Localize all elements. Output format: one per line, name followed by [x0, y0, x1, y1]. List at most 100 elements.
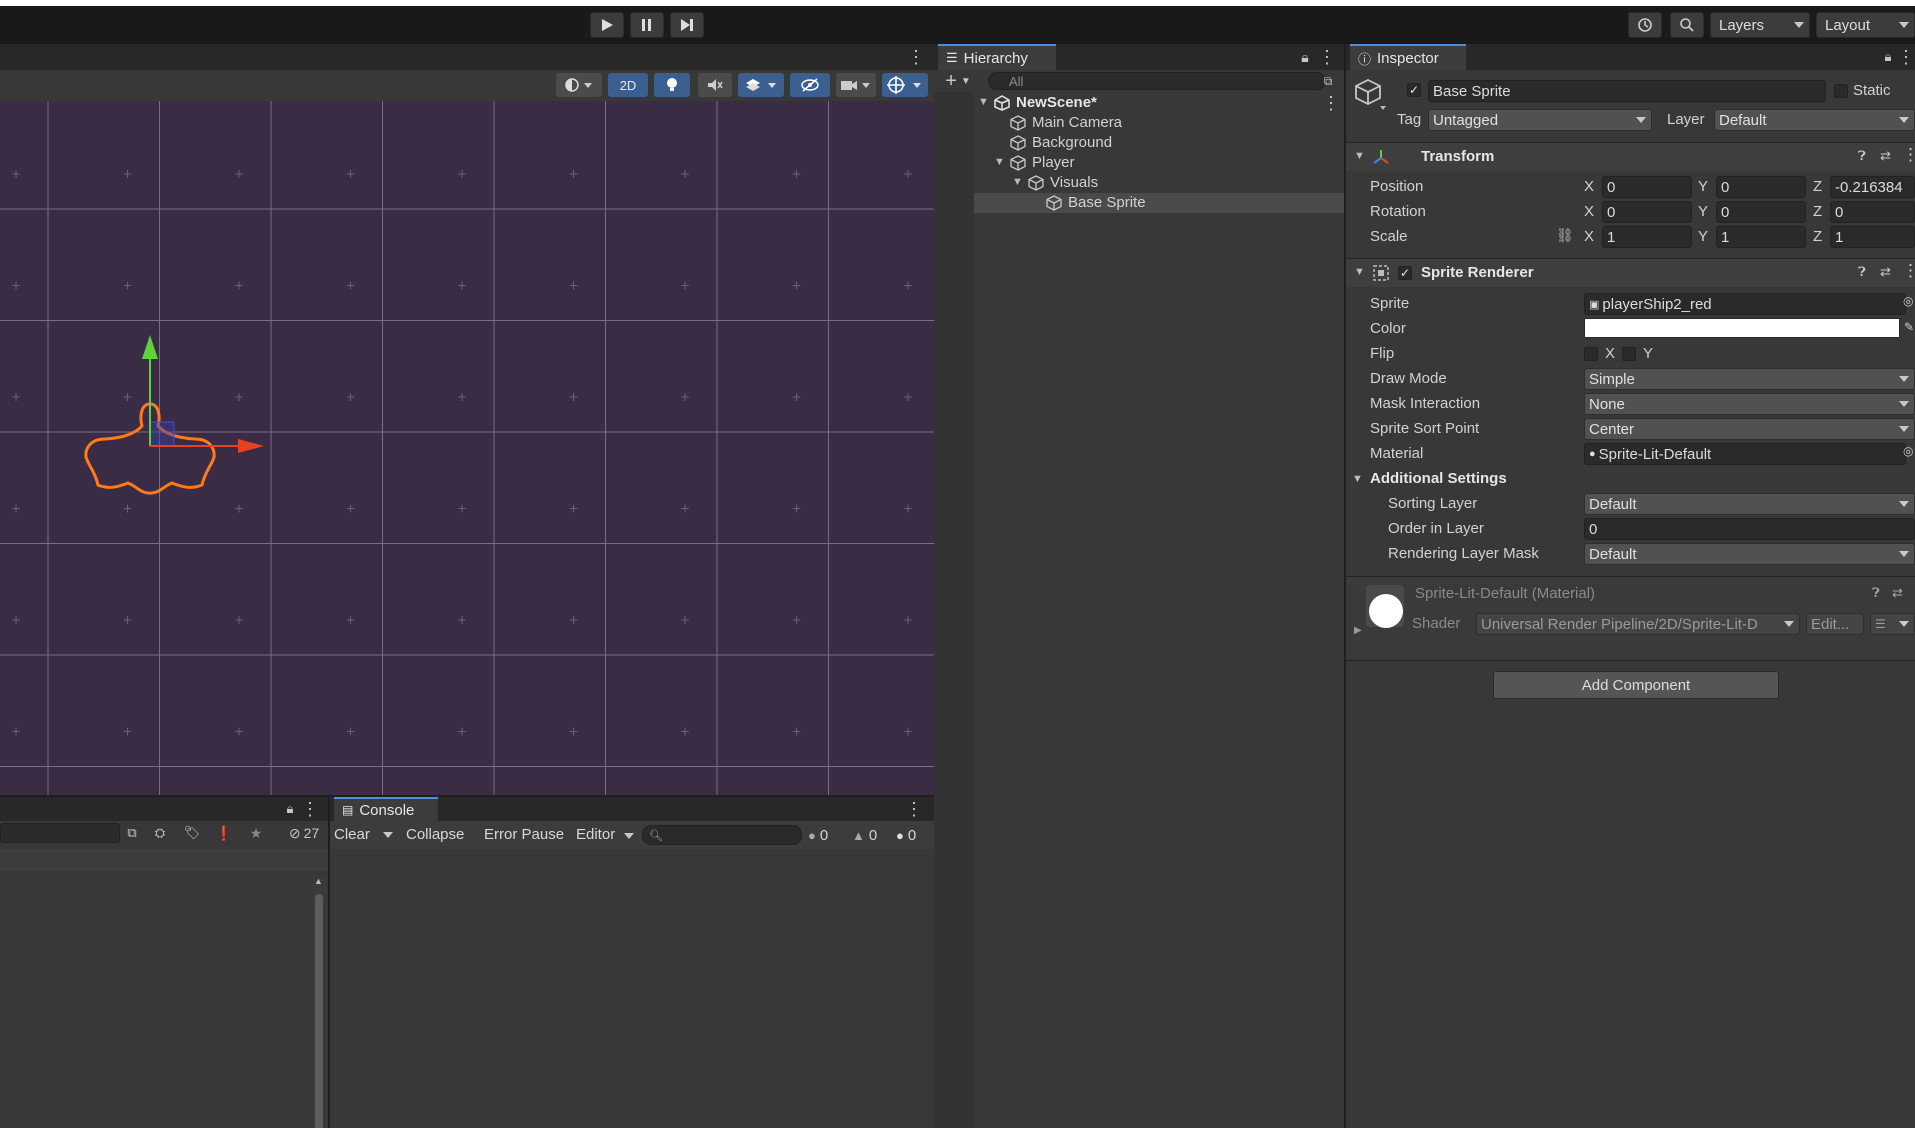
lock-icon[interactable]: 🔒︎	[1880, 46, 1896, 68]
create-add-icon[interactable]: + ▼	[940, 70, 976, 92]
hierarchy-more-icon[interactable]: ⋮	[1318, 46, 1336, 68]
material-object-field[interactable]: ● Sprite-Lit-Default	[1584, 443, 1906, 465]
material-preview[interactable]	[1366, 585, 1404, 628]
object-picker-icon[interactable]: ◎	[1903, 294, 1913, 308]
editor-target-dropdown[interactable]: Editor	[576, 826, 634, 846]
presets-icon[interactable]: ⇄	[1880, 264, 1891, 280]
draw-mode-button[interactable]	[556, 73, 602, 97]
hierarchy-item-main-camera[interactable]: Main Camera	[974, 113, 1344, 133]
scene-viewport[interactable]: +	[0, 101, 934, 795]
position-x-input[interactable]: 0	[1602, 176, 1692, 198]
expand-arrow-icon[interactable]: ▼	[1352, 473, 1363, 485]
layers-dropdown[interactable]: Layers	[1710, 12, 1810, 38]
collapse-toggle[interactable]: Collapse	[406, 826, 464, 843]
filter-scene-icon[interactable]: ⧉	[1319, 72, 1337, 90]
sorting-layer-dropdown[interactable]: Default	[1584, 493, 1915, 515]
shader-dropdown[interactable]: Universal Render Pipeline/2D/Sprite-Lit-…	[1476, 613, 1800, 635]
filter-type-icon[interactable]: ⛭	[150, 823, 170, 843]
rotation-x-input[interactable]: 0	[1602, 201, 1692, 223]
mask-interaction-dropdown[interactable]: None	[1584, 393, 1915, 415]
hidden-packages-toggle[interactable]: ⊘ 27	[282, 823, 326, 843]
error-filter-toggle[interactable]: ● 0	[896, 824, 930, 846]
scale-y-input[interactable]: 1	[1716, 226, 1806, 248]
sprite-renderer-enabled-checkbox[interactable]: ✓	[1398, 266, 1412, 280]
hierarchy-item-player[interactable]: ▼ Player	[974, 153, 1344, 173]
constrain-proportions-link-icon[interactable]: ⛓	[1556, 227, 1574, 244]
help-icon[interactable]: ❓︎	[1872, 585, 1880, 601]
project-more-icon[interactable]: ⋮	[301, 798, 319, 820]
gizmos-dropdown[interactable]	[882, 73, 928, 97]
clear-options-dropdown[interactable]	[382, 824, 398, 846]
expand-arrow-icon[interactable]: ▶	[1354, 625, 1362, 636]
expand-arrow-icon[interactable]: ▼	[994, 156, 1005, 168]
eyedropper-icon[interactable]: ✎	[1904, 320, 1914, 334]
lighting-toggle[interactable]	[654, 73, 690, 97]
component-more-icon[interactable]: ⋮	[1902, 261, 1915, 281]
shader-list-dropdown[interactable]: ☰	[1870, 613, 1915, 635]
expand-arrow-icon[interactable]: ▼	[1354, 266, 1365, 278]
draw-mode-dropdown[interactable]: Simple	[1584, 368, 1915, 390]
effects-dropdown[interactable]	[738, 73, 784, 97]
search-button[interactable]	[1670, 12, 1704, 38]
hierarchy-item-base-sprite[interactable]: Base Sprite	[974, 193, 1344, 213]
static-checkbox[interactable]	[1834, 84, 1848, 98]
console-more-icon[interactable]: ⋮	[905, 798, 923, 820]
clear-button[interactable]: Clear	[334, 826, 370, 843]
rotation-y-input[interactable]: 0	[1716, 201, 1806, 223]
flip-y-checkbox[interactable]	[1622, 347, 1636, 361]
help-icon[interactable]: ❓︎	[1858, 148, 1866, 164]
scene-more-icon[interactable]: ⋮	[1322, 93, 1340, 114]
filter-scene-icon[interactable]: ⧉	[122, 823, 142, 843]
scale-x-input[interactable]: 1	[1602, 226, 1692, 248]
project-scrollbar[interactable]: ▲	[312, 876, 326, 1132]
history-button[interactable]	[1628, 12, 1662, 38]
layout-dropdown[interactable]: Layout	[1816, 12, 1915, 38]
object-picker-icon[interactable]: ◎	[1903, 444, 1913, 458]
tag-dropdown[interactable]: Untagged	[1428, 109, 1652, 131]
tab-hierarchy[interactable]: ☰ Hierarchy	[938, 44, 1056, 70]
expand-arrow-icon[interactable]: ▼	[978, 96, 989, 108]
scroll-up-icon[interactable]: ▲	[314, 876, 323, 886]
active-checkbox[interactable]: ✓	[1407, 83, 1421, 97]
hierarchy-search-input[interactable]: All	[988, 72, 1326, 90]
rotation-z-input[interactable]: 0	[1830, 201, 1915, 223]
lock-icon[interactable]: 🔒︎	[282, 798, 298, 820]
scene-more-icon[interactable]: ⋮	[906, 46, 926, 68]
favorite-star-icon[interactable]: ★	[246, 823, 266, 843]
order-in-layer-input[interactable]: 0	[1584, 518, 1915, 540]
camera-settings-dropdown[interactable]	[836, 73, 876, 97]
scrollbar-thumb[interactable]	[315, 894, 323, 1132]
pause-button[interactable]	[630, 12, 664, 38]
tab-console[interactable]: ▤ Console	[334, 797, 438, 821]
position-y-input[interactable]: 0	[1716, 176, 1806, 198]
hierarchy-item-background[interactable]: Background	[974, 133, 1344, 153]
component-more-icon[interactable]: ⋮	[1902, 145, 1915, 165]
presets-icon[interactable]: ⇄	[1892, 585, 1903, 601]
filter-label-icon[interactable]: 🏷︎	[182, 823, 202, 843]
sprite-sort-point-dropdown[interactable]: Center	[1584, 418, 1915, 440]
scene-visibility-toggle[interactable]	[790, 73, 830, 97]
transform-header[interactable]: ▼ Transform ❓︎ ⇄ ⋮	[1346, 143, 1915, 171]
object-name-input[interactable]: Base Sprite	[1428, 80, 1826, 102]
lock-icon[interactable]: 🔒︎	[1296, 46, 1314, 68]
add-component-button[interactable]: Add Component	[1493, 671, 1779, 699]
flip-x-checkbox[interactable]	[1584, 347, 1598, 361]
mode-2d-toggle[interactable]: 2D	[608, 73, 648, 97]
hierarchy-scene-row[interactable]: ▼ NewScene* ⋮	[974, 93, 1344, 113]
expand-arrow-icon[interactable]: ▼	[1354, 150, 1365, 162]
error-pause-toggle[interactable]: Error Pause	[484, 826, 564, 843]
tab-inspector[interactable]: ⓘ Inspector	[1350, 44, 1466, 70]
sprite-renderer-header[interactable]: ▼ ✓ Sprite Renderer ❓︎ ⇄ ⋮	[1346, 259, 1915, 287]
presets-icon[interactable]: ⇄	[1880, 148, 1891, 164]
expand-arrow-icon[interactable]: ▼	[1012, 176, 1023, 188]
help-icon[interactable]: ❓︎	[1858, 264, 1866, 280]
shader-edit-button[interactable]: Edit...	[1806, 613, 1864, 635]
inspector-more-icon[interactable]: ⋮	[1897, 46, 1915, 68]
position-z-input[interactable]: -0.216384	[1830, 176, 1915, 198]
scale-z-input[interactable]: 1	[1830, 226, 1915, 248]
log-filter-toggle[interactable]: ● 0	[808, 824, 842, 846]
rendering-layer-mask-dropdown[interactable]: Default	[1584, 543, 1915, 565]
step-button[interactable]	[670, 12, 704, 38]
filter-log-type-icon[interactable]: ❗	[214, 823, 234, 843]
sprite-object-field[interactable]: ▣ playerShip2_red	[1584, 293, 1906, 315]
